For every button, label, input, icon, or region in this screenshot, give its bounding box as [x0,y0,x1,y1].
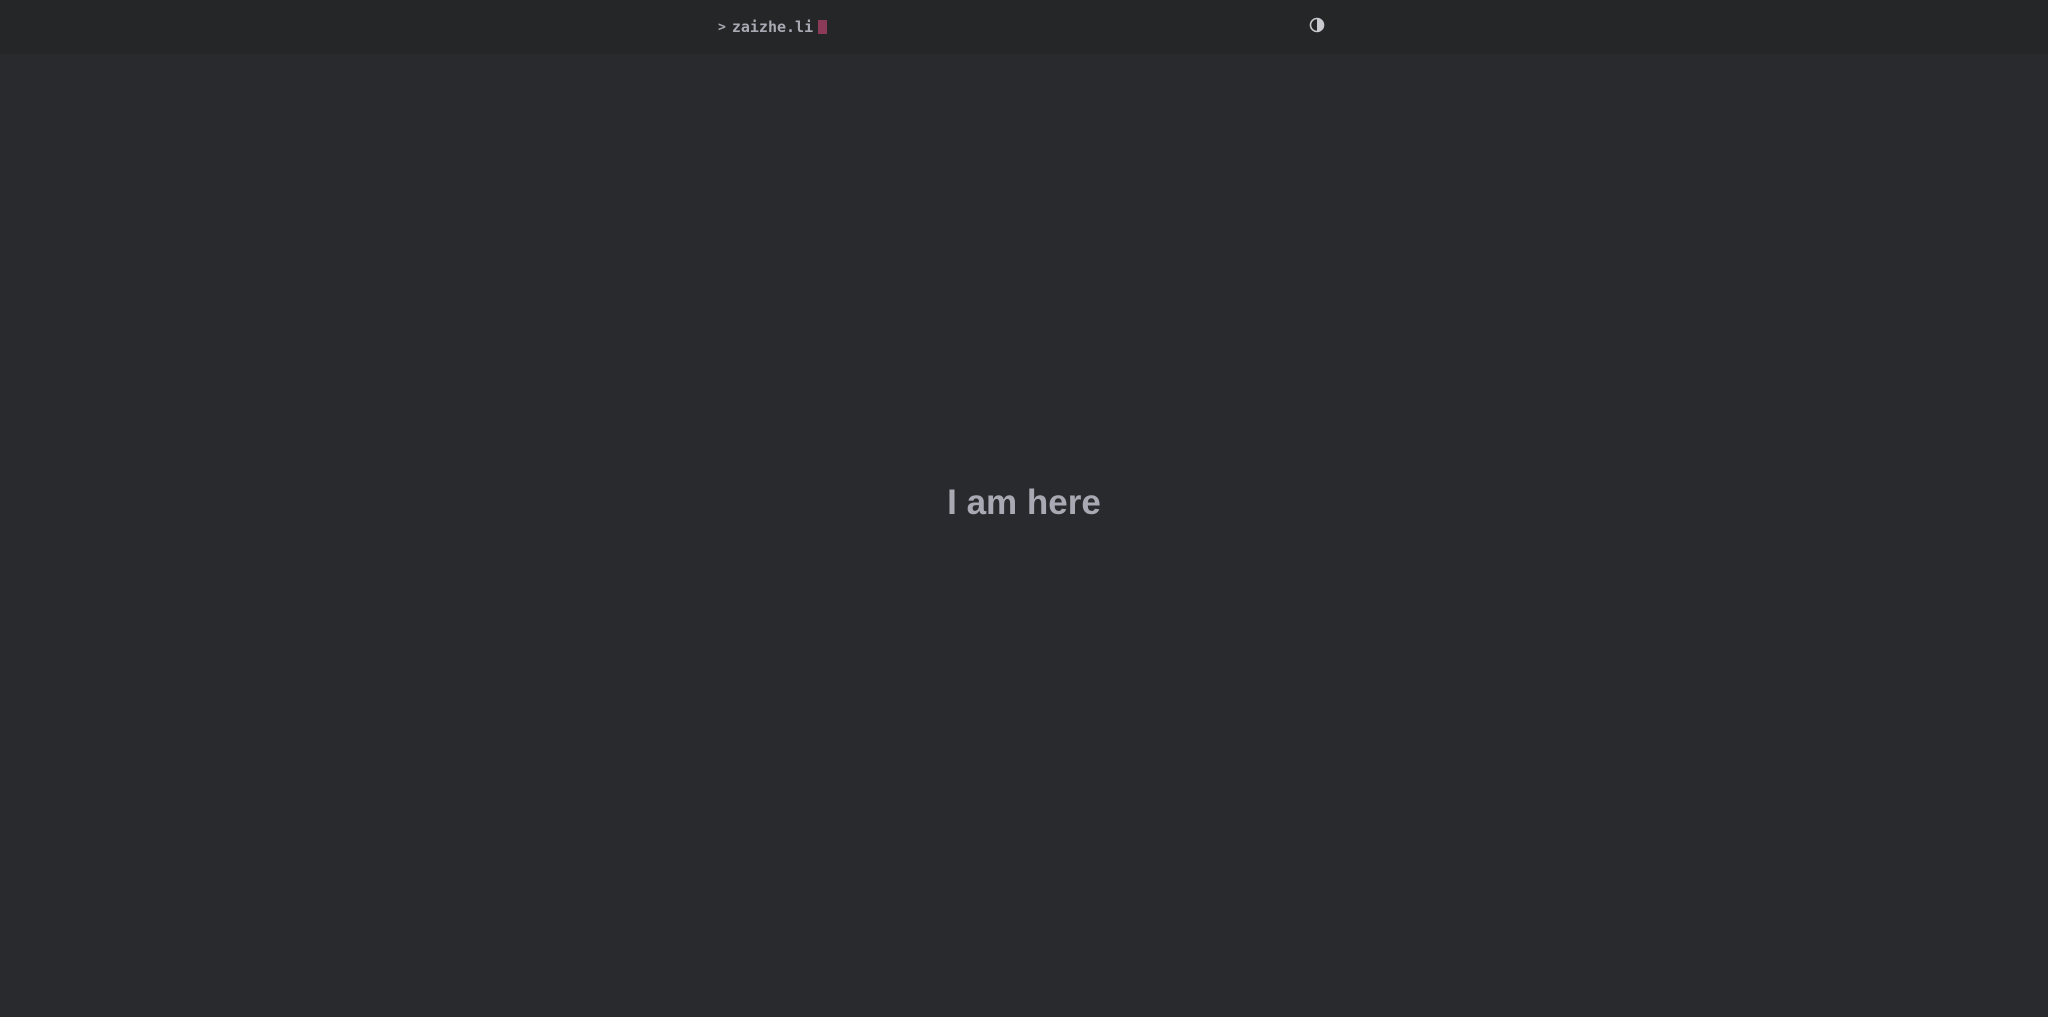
page-title: I am here [947,483,1101,522]
theme-toggle-button[interactable] [1309,17,1325,33]
site-logo-link[interactable]: > zaizhe.li [718,0,828,54]
site-header: > zaizhe.li [0,0,2048,54]
main-content: I am here [0,54,2048,1017]
prompt-chevron-icon: > [718,19,726,35]
blinking-cursor [818,20,828,34]
contrast-half-circle-icon [1309,17,1325,33]
site-name: zaizhe.li [731,18,814,36]
